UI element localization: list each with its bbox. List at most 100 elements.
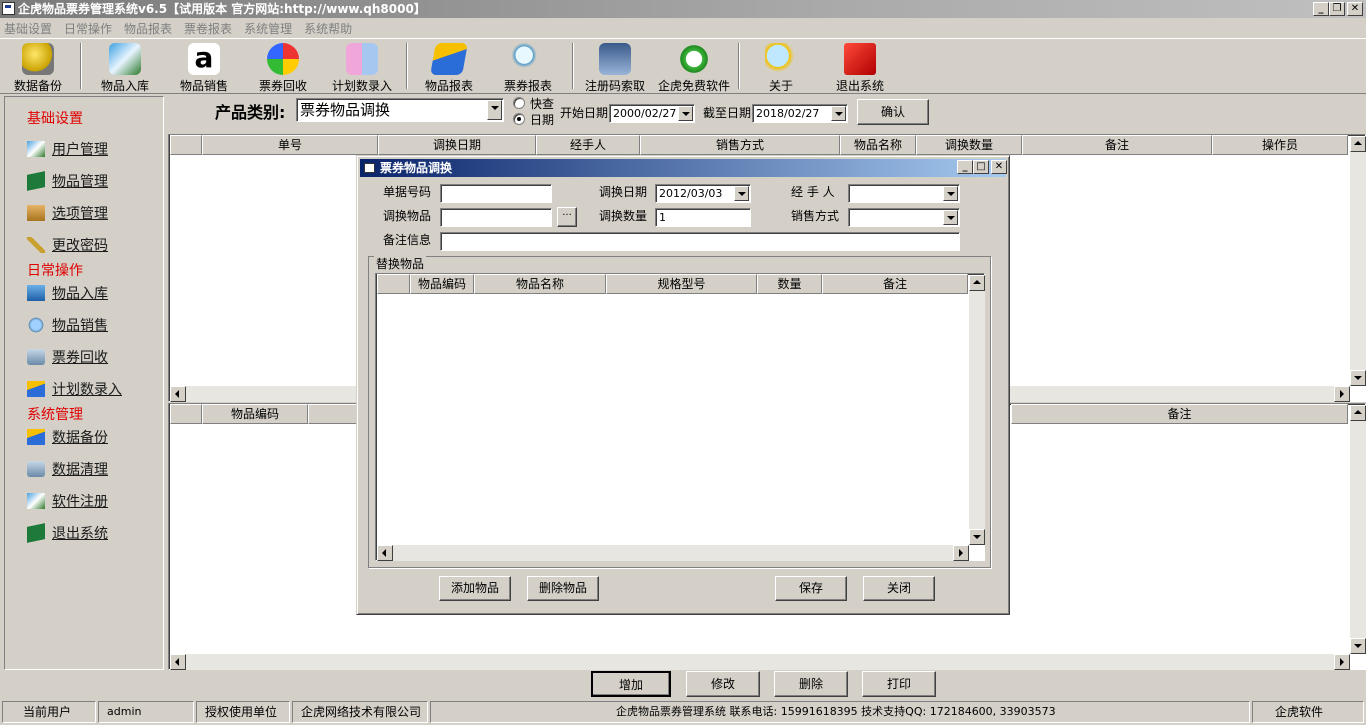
sidebar-item-software-register[interactable]: 软件注册: [27, 491, 108, 511]
sidebar-item-data-clear[interactable]: 数据清理: [27, 459, 108, 479]
sidebar-item-user-manage[interactable]: 用户管理: [27, 139, 108, 159]
dialog-maximize-button[interactable]: □: [973, 160, 989, 174]
col-header-remark[interactable]: 备注: [822, 274, 968, 294]
scroll-right-icon[interactable]: [1334, 654, 1350, 670]
scroll-right-icon[interactable]: [953, 545, 969, 561]
scroll-left-icon[interactable]: [377, 545, 393, 561]
window-title-bar: 企虎物品票券管理系统v6.5【试用版本 官方网站:http://www.qh80…: [0, 0, 1366, 18]
browse-item-button[interactable]: ···: [557, 207, 577, 227]
scroll-left-icon[interactable]: [170, 654, 186, 670]
chevron-down-icon[interactable]: [678, 106, 693, 121]
col-header-item-name[interactable]: 物品名称: [840, 135, 916, 155]
sale-mode-select[interactable]: [848, 208, 960, 227]
close-button[interactable]: 关闭: [863, 576, 935, 601]
database-backup-icon: [22, 43, 54, 75]
toolbar-register-code-button[interactable]: 注册码索取: [577, 41, 653, 93]
save-button[interactable]: 保存: [775, 576, 847, 601]
col-header-remark[interactable]: 备注: [1022, 135, 1212, 155]
col-header-swap-qty[interactable]: 调换数量: [916, 135, 1022, 155]
sidebar-item-item-sales[interactable]: 物品销售: [27, 315, 108, 335]
scroll-down-icon[interactable]: [1350, 370, 1366, 386]
toolbar-item-sales-button[interactable]: a 物品销售: [166, 41, 242, 94]
doc-no-input[interactable]: [440, 184, 552, 203]
col-header-order-no[interactable]: 单号: [202, 135, 378, 155]
remark-input[interactable]: [440, 232, 960, 251]
scroll-up-icon[interactable]: [969, 275, 985, 291]
sidebar-item-item-manage[interactable]: 物品管理: [27, 171, 108, 191]
toolbar-exit-system-button[interactable]: 退出系统: [822, 41, 898, 93]
delete-item-button[interactable]: 删除物品: [527, 576, 599, 601]
toolbar-ticket-recycle-button[interactable]: 票券回收: [245, 41, 321, 93]
sidebar-item-ticket-recycle[interactable]: 票券回收: [27, 347, 108, 367]
col-header-item-code[interactable]: 物品编码: [202, 404, 308, 424]
toolbar-ticket-report-button[interactable]: 票券报表: [490, 41, 566, 93]
sidebar-item-option-manage[interactable]: 选项管理: [27, 203, 108, 223]
col-header-swap-date[interactable]: 调换日期: [378, 135, 536, 155]
col-header-operator[interactable]: 操作员: [1212, 135, 1348, 155]
detail-grid-hscroll[interactable]: [170, 654, 1350, 670]
swap-qty-input[interactable]: 1: [655, 208, 751, 227]
menu-system-help[interactable]: 系统帮助: [304, 20, 352, 37]
radio-date[interactable]: [513, 113, 525, 125]
handler-select[interactable]: [848, 184, 960, 203]
col-header-handler[interactable]: 经手人: [536, 135, 640, 155]
sidebar: 基础设置 用户管理 物品管理 选项管理 更改密码 日常操作 物品入库 物品销售 …: [4, 96, 164, 670]
delete-button[interactable]: 删除: [774, 671, 848, 697]
chevron-down-icon[interactable]: [831, 106, 846, 121]
toolbar-data-backup-button[interactable]: 数据备份: [0, 41, 76, 93]
col-header-spec-model[interactable]: 规格型号: [606, 274, 757, 294]
toolbar-free-software-button[interactable]: 企虎免费软件: [656, 41, 732, 93]
close-window-button[interactable]: ✕: [1347, 2, 1363, 16]
swap-item-input[interactable]: [440, 208, 552, 227]
minimize-button[interactable]: _: [1313, 2, 1329, 16]
toolbar-stock-in-button[interactable]: 物品入库: [87, 41, 163, 93]
toolbar-item-report-button[interactable]: 物品报表: [411, 41, 487, 93]
replace-grid-vscroll[interactable]: [969, 275, 985, 545]
detail-grid-vscroll[interactable]: [1350, 405, 1366, 654]
col-header-item-name[interactable]: 物品名称: [474, 274, 606, 294]
add-item-button[interactable]: 添加物品: [439, 576, 511, 601]
menu-basic-settings[interactable]: 基础设置: [4, 20, 52, 37]
scroll-down-icon[interactable]: [969, 529, 985, 545]
category-select[interactable]: 票券物品调换: [296, 98, 504, 122]
chevron-down-icon[interactable]: [487, 100, 502, 120]
sidebar-item-change-password[interactable]: 更改密码: [27, 235, 108, 255]
scroll-up-icon[interactable]: [1350, 136, 1366, 152]
confirm-button[interactable]: 确认: [857, 99, 929, 125]
end-date-picker[interactable]: 2018/02/27: [752, 104, 848, 123]
edit-button[interactable]: 修改: [686, 671, 760, 697]
radio-quick[interactable]: [513, 97, 525, 109]
menu-item-reports[interactable]: 物品报表: [124, 20, 172, 37]
col-header-remark[interactable]: 备注: [1011, 404, 1348, 424]
menu-ticket-reports[interactable]: 票卷报表: [184, 20, 232, 37]
swap-date-picker[interactable]: 2012/03/03: [655, 184, 751, 203]
dialog-minimize-button[interactable]: _: [957, 160, 973, 174]
sidebar-item-exit-system[interactable]: 退出系统: [27, 523, 108, 543]
toolbar-label: 票券报表: [503, 79, 552, 93]
chevron-down-icon[interactable]: [943, 210, 958, 225]
toolbar-plan-entry-button[interactable]: 计划数录入: [324, 41, 400, 93]
dialog-close-button[interactable]: ✕: [991, 160, 1007, 174]
chevron-down-icon[interactable]: [943, 186, 958, 201]
menu-system-manage[interactable]: 系统管理: [244, 20, 292, 37]
replace-grid-hscroll[interactable]: [377, 545, 969, 561]
menu-daily-ops[interactable]: 日常操作: [64, 20, 112, 37]
scroll-down-icon[interactable]: [1350, 638, 1366, 654]
sidebar-item-plan-entry[interactable]: 计划数录入: [27, 379, 122, 399]
sidebar-item-stock-in[interactable]: 物品入库: [27, 283, 108, 303]
main-grid-vscroll[interactable]: [1350, 136, 1366, 386]
col-header-qty[interactable]: 数量: [757, 274, 822, 294]
scroll-right-icon[interactable]: [1334, 386, 1350, 402]
start-date-picker[interactable]: 2000/02/27: [609, 104, 695, 123]
col-header-sale-mode[interactable]: 销售方式: [640, 135, 840, 155]
scroll-up-icon[interactable]: [1350, 405, 1366, 421]
chevron-down-icon[interactable]: [734, 186, 749, 201]
toolbar-about-button[interactable]: 关于: [743, 41, 819, 93]
col-header-item-code[interactable]: 物品编码: [410, 274, 474, 294]
restore-button[interactable]: ❐: [1329, 2, 1345, 16]
sidebar-section-basic: 基础设置: [27, 111, 83, 127]
scroll-left-icon[interactable]: [170, 386, 186, 402]
add-button[interactable]: 增加: [591, 671, 671, 697]
sidebar-item-data-backup[interactable]: 数据备份: [27, 427, 108, 447]
print-button[interactable]: 打印: [862, 671, 936, 697]
